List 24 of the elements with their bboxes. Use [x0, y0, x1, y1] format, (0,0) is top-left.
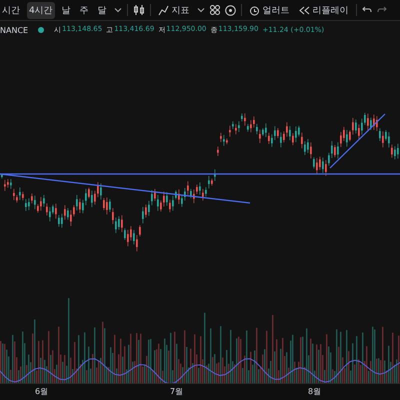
redo-icon[interactable] [376, 6, 387, 14]
trend-line [330, 114, 386, 168]
axis-label: 7월 [170, 386, 184, 397]
circle-icon[interactable] [224, 4, 236, 16]
interval-tab[interactable]: 4시간 [27, 2, 55, 18]
indicators-button[interactable]: 지표 [156, 4, 192, 16]
symbol-label: NANCE [0, 26, 28, 34]
status-dot [38, 27, 44, 33]
rewind-icon [298, 6, 310, 14]
alert-button[interactable]: 얼러트 [246, 4, 292, 16]
undo-icon[interactable] [362, 6, 372, 14]
interval-tab[interactable]: 달 [96, 2, 109, 18]
grid-icon[interactable] [210, 5, 220, 15]
interval-tab[interactable]: 주 [78, 2, 91, 18]
interval-tab[interactable]: 날 [60, 2, 73, 18]
replay-button[interactable]: 리플레이 [296, 4, 351, 16]
line-chart-icon [158, 4, 169, 16]
axis-label: 8월 [308, 386, 322, 397]
candlestick-icon[interactable] [132, 4, 145, 16]
interval-tab[interactable]: 시간 [0, 2, 22, 18]
clock-icon [248, 4, 260, 16]
chevron-down-icon[interactable] [114, 6, 122, 14]
chevron-down-icon[interactable] [196, 6, 205, 14]
axis-label: 6월 [35, 386, 48, 397]
